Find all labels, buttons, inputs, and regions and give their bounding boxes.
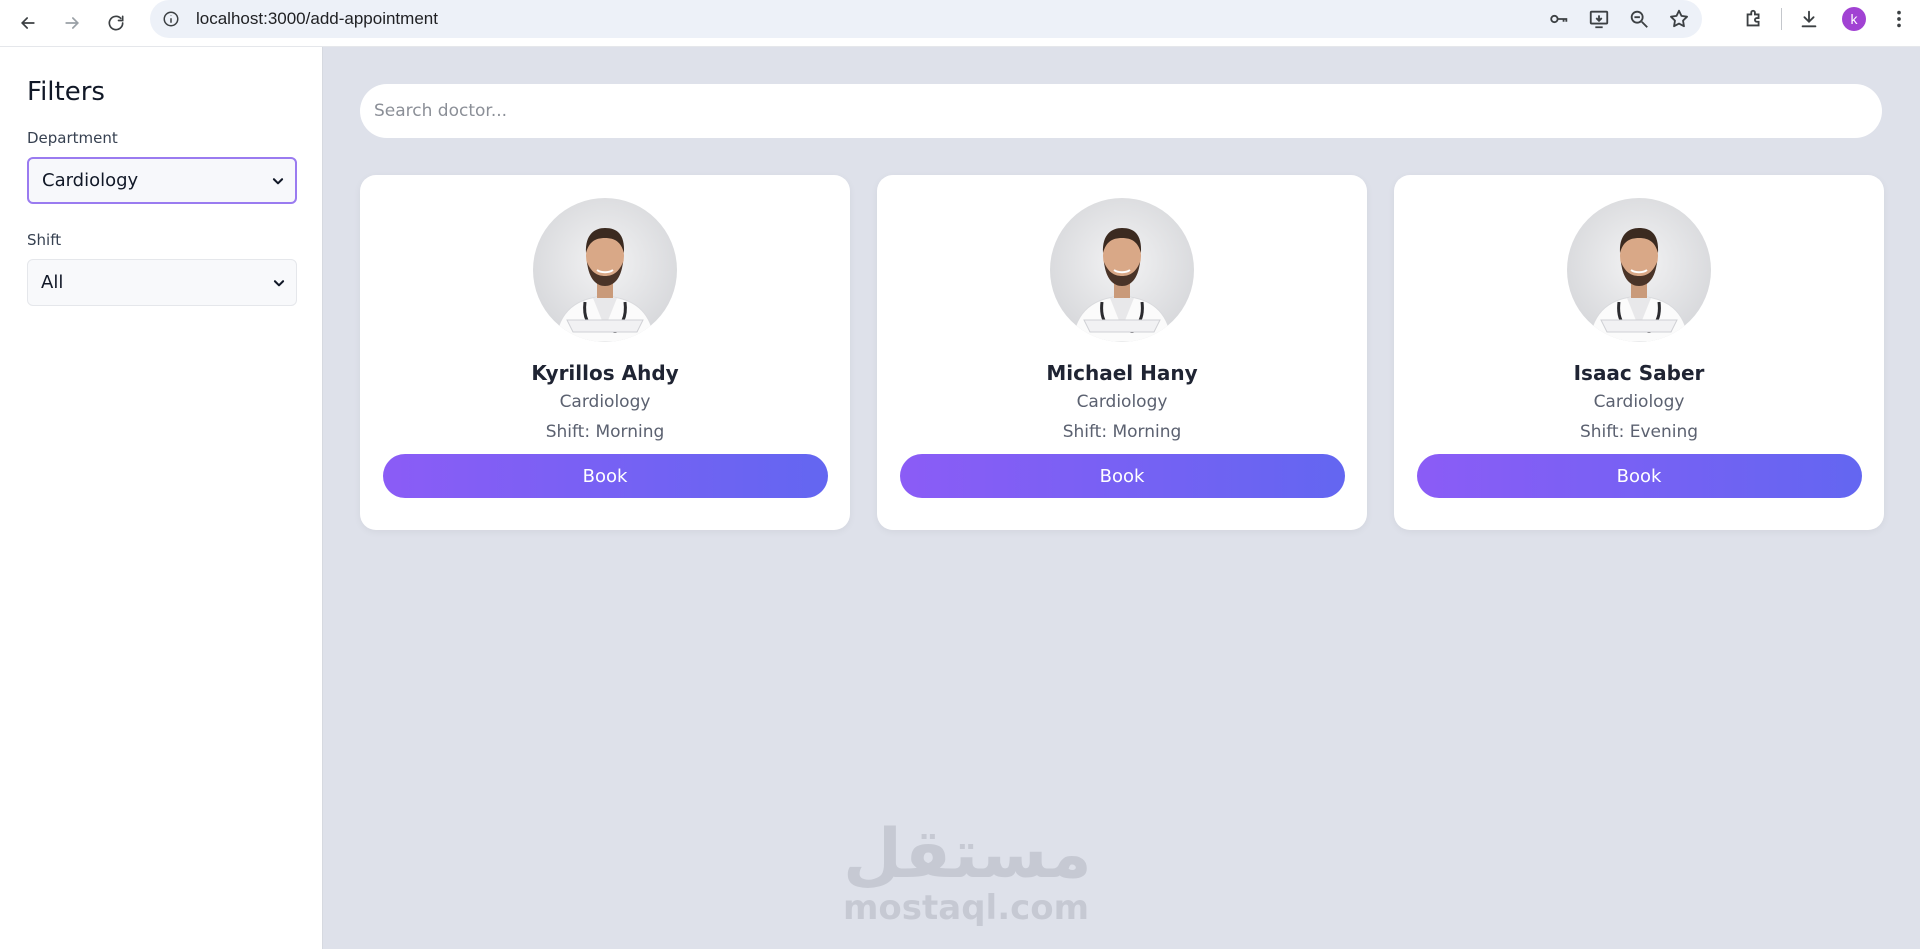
shift-label: Shift xyxy=(27,231,62,249)
doctor-shift: Shift: Morning xyxy=(545,422,665,442)
download-icon[interactable] xyxy=(1798,8,1820,30)
address-bar[interactable]: localhost:3000/add-appointment xyxy=(150,0,1702,38)
site-info-icon[interactable] xyxy=(150,0,192,38)
doctor-photo xyxy=(1567,198,1711,342)
filters-sidebar: Filters Department Cardiology Shift All xyxy=(0,47,323,949)
chevron-down-icon xyxy=(273,279,285,286)
profile-avatar[interactable]: k xyxy=(1842,7,1866,31)
back-icon[interactable] xyxy=(6,5,50,41)
watermark-arabic: مستقل xyxy=(843,815,1092,894)
doctor-card: Isaac Saber Cardiology Shift: Evening Bo… xyxy=(1394,175,1884,530)
zoom-icon[interactable] xyxy=(1628,8,1650,30)
doctor-name: Isaac Saber xyxy=(1573,361,1705,385)
filters-title: Filters xyxy=(27,77,105,107)
department-selected-value: Cardiology xyxy=(42,170,139,191)
doctor-name: Michael Hany xyxy=(1046,361,1198,385)
browser-toolbar: localhost:3000/add-appointment k xyxy=(0,0,1920,47)
extensions-icon[interactable] xyxy=(1743,8,1765,30)
reload-icon[interactable] xyxy=(94,5,138,41)
doctor-department: Cardiology xyxy=(1076,392,1168,412)
watermark-latin: mostaql.com xyxy=(843,888,1090,928)
doctor-photo xyxy=(1050,198,1194,342)
url-text[interactable]: localhost:3000/add-appointment xyxy=(196,9,438,29)
book-button[interactable]: Book xyxy=(1416,454,1862,498)
doctor-card: Kyrillos Ahdy Cardiology Shift: Morning … xyxy=(360,175,850,530)
doctor-department: Cardiology xyxy=(559,392,651,412)
bookmark-star-icon[interactable] xyxy=(1668,8,1690,30)
chevron-down-icon xyxy=(272,177,284,184)
book-button[interactable]: Book xyxy=(382,454,828,498)
doctor-department: Cardiology xyxy=(1593,392,1685,412)
shift-selected-value: All xyxy=(41,272,64,293)
forward-icon[interactable] xyxy=(50,5,94,41)
doctor-photo xyxy=(533,198,677,342)
watermark-logo: مستقل mostaql.com xyxy=(843,815,1092,928)
key-icon[interactable] xyxy=(1548,8,1570,30)
more-menu-icon[interactable] xyxy=(1888,8,1910,30)
search-doctor-input[interactable]: Search doctor... xyxy=(360,84,1882,138)
toolbar-divider xyxy=(1781,8,1782,30)
doctor-shift: Shift: Morning xyxy=(1062,422,1182,442)
main-content: Search doctor... Kyrillos Ahdy Cardiolog… xyxy=(323,47,1920,949)
department-label: Department xyxy=(27,129,118,147)
doctor-name: Kyrillos Ahdy xyxy=(531,361,679,385)
doctor-shift: Shift: Evening xyxy=(1579,422,1699,442)
department-select[interactable]: Cardiology xyxy=(27,157,297,204)
doctor-card: Michael Hany Cardiology Shift: Morning B… xyxy=(877,175,1367,530)
shift-select[interactable]: All xyxy=(27,259,297,306)
book-button[interactable]: Book xyxy=(899,454,1345,498)
install-app-icon[interactable] xyxy=(1588,8,1610,30)
doctor-card-list: Kyrillos Ahdy Cardiology Shift: Morning … xyxy=(360,175,1884,530)
